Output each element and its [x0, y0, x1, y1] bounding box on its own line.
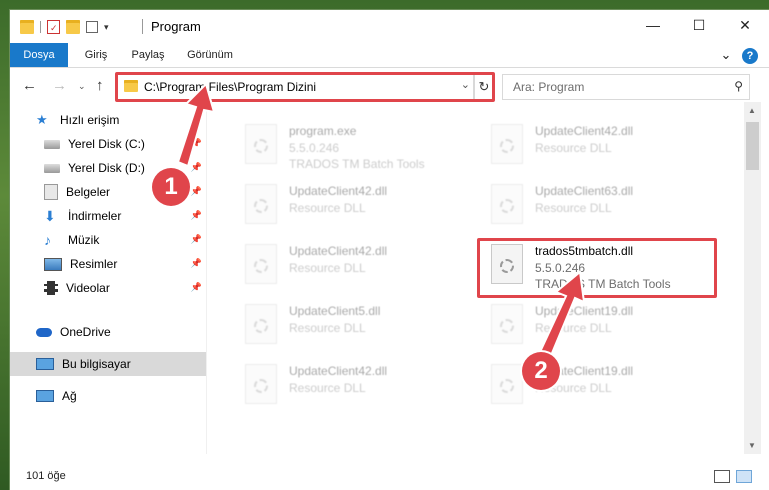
arrow-1 [176, 82, 216, 168]
annotation-arrows [176, 82, 586, 360]
step-2-badge: 2 [522, 352, 560, 390]
arrow-2 [538, 270, 586, 360]
step-1-badge: 1 [152, 168, 190, 206]
